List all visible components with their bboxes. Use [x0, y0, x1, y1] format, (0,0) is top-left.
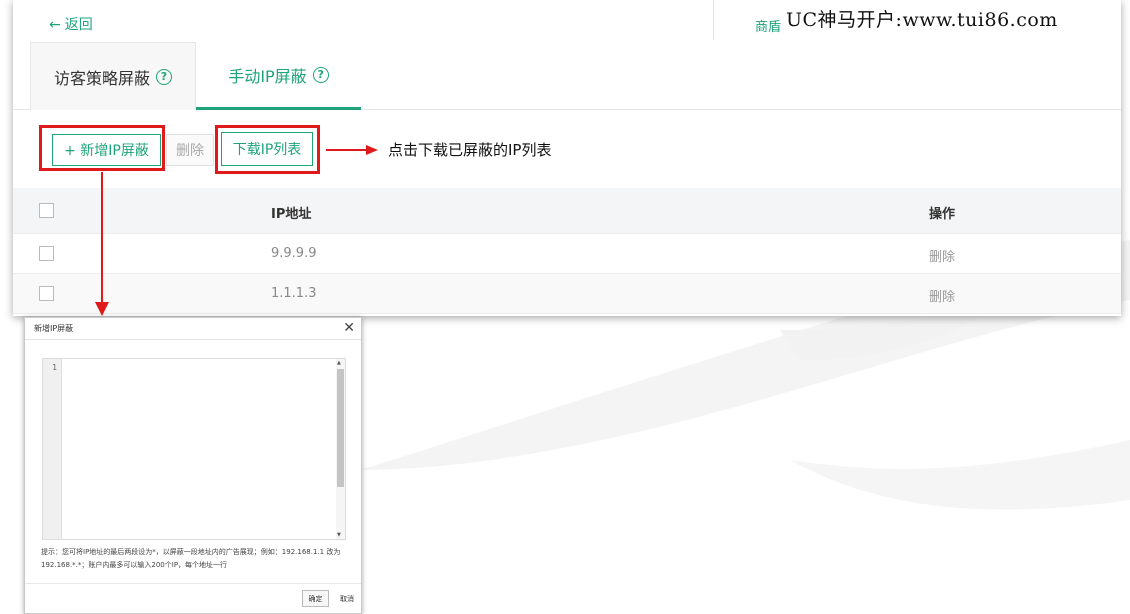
- help-icon[interactable]: ?: [312, 66, 329, 83]
- annotation-text: 点击下载已屏蔽的IP列表: [388, 141, 552, 159]
- column-header-op: 操作: [929, 207, 956, 222]
- delete-button[interactable]: 删除: [166, 134, 214, 166]
- toolbar: + 新增IP屏蔽 删除 下载IP列表: [13, 110, 1121, 188]
- tab-label: 手动IP屏蔽: [228, 66, 307, 86]
- tab-bar: 访客策略屏蔽? 手动IP屏蔽?: [13, 42, 1121, 110]
- dialog-title: 新增IP屏蔽: [34, 324, 74, 333]
- select-all-checkbox[interactable]: [39, 203, 54, 218]
- row-ip: 1.1.1.3: [271, 286, 317, 301]
- add-ip-dialog: 新增IP屏蔽 ✕ 1 ▲ ▼ 提示：您可将IP地址的最后两段设为*，以屏蔽一段地…: [24, 317, 362, 614]
- dialog-tip: 提示：您可将IP地址的最后两段设为*，以屏蔽一段地址内的广告展现；例如：192.…: [41, 548, 341, 569]
- line-gutter: 1: [43, 359, 62, 539]
- tab-manual-ip[interactable]: 手动IP屏蔽?: [196, 42, 361, 110]
- ip-table: IP地址 操作 9.9.9.9 删除 1.1.1.3 删除: [13, 188, 1121, 314]
- ip-editor: 1 ▲ ▼: [42, 358, 346, 540]
- line-number: 1: [52, 363, 57, 372]
- row-checkbox[interactable]: [39, 246, 54, 261]
- tab-label: 访客策略屏蔽: [53, 68, 150, 88]
- table-row: 9.9.9.9 删除: [13, 234, 1121, 274]
- highlight-box-add: [39, 125, 165, 171]
- editor-scrollbar[interactable]: ▲ ▼: [336, 359, 345, 539]
- help-icon[interactable]: ?: [156, 68, 172, 85]
- dialog-footer: 确定 取消: [25, 583, 361, 613]
- ip-input[interactable]: [65, 362, 335, 536]
- top-tab-label: 商盾: [754, 20, 781, 35]
- watermark-text: UC神马开户:www.tui86.com: [786, 9, 1058, 31]
- column-header-ip: IP地址: [271, 207, 312, 222]
- row-ip: 9.9.9.9: [271, 246, 317, 261]
- dialog-header: 新增IP屏蔽 ✕: [25, 318, 361, 340]
- arrow-left-icon: ←: [49, 17, 61, 33]
- table-row: 1.1.1.3 删除: [13, 274, 1121, 314]
- scroll-down-icon[interactable]: ▼: [337, 532, 341, 538]
- tab-visitor-strategy[interactable]: 访客策略屏蔽?: [30, 42, 196, 110]
- row-delete-link[interactable]: 删除: [929, 246, 955, 265]
- cancel-button[interactable]: 取消: [340, 594, 354, 604]
- back-link[interactable]: ← 返回: [49, 14, 93, 34]
- row-delete-link[interactable]: 删除: [929, 286, 955, 305]
- scroll-up-icon[interactable]: ▲: [337, 360, 341, 366]
- top-tab-shangdun[interactable]: 商盾: [713, 0, 791, 40]
- highlight-box-download: [215, 125, 320, 174]
- scroll-thumb[interactable]: [337, 369, 344, 487]
- back-label: 返回: [64, 17, 93, 33]
- table-header: IP地址 操作: [13, 188, 1121, 234]
- ip-block-panel: ← 返回 商盾 访客策略屏蔽? 手动IP屏蔽? + 新增IP屏蔽 删除 下载IP列…: [13, 0, 1121, 316]
- close-icon[interactable]: ✕: [343, 320, 355, 336]
- row-checkbox[interactable]: [39, 286, 54, 301]
- confirm-button[interactable]: 确定: [302, 590, 329, 607]
